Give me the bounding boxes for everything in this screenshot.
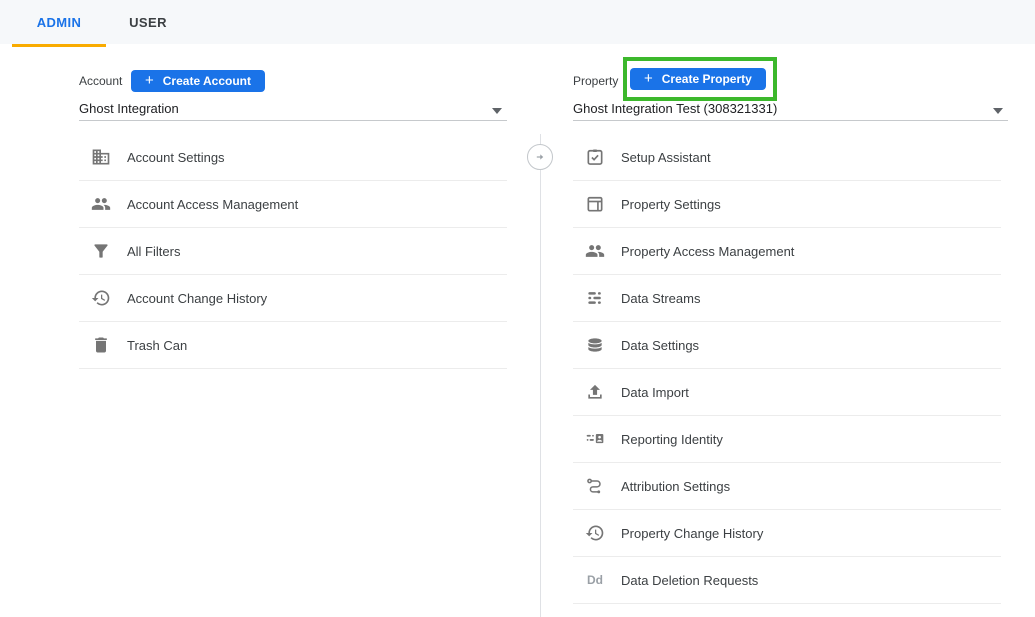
account-selector-value: Ghost Integration	[79, 101, 179, 116]
plus-icon: +	[644, 71, 653, 86]
create-property-button[interactable]: + Create Property	[630, 68, 766, 90]
property-selector[interactable]: Ghost Integration Test (308321331)	[573, 101, 1008, 121]
menu-item[interactable]: Attribution Settings	[573, 463, 1001, 510]
collapse-column-button[interactable]	[527, 144, 553, 170]
active-tab-underline	[12, 44, 106, 47]
dd-text-icon: Dd	[585, 570, 605, 590]
menu-item[interactable]: Reporting Identity	[573, 416, 1001, 463]
menu-item[interactable]: Property Access Management	[573, 228, 1001, 275]
property-settings-icon	[585, 194, 605, 214]
tab-admin[interactable]: ADMIN	[12, 0, 106, 44]
people-icon	[91, 194, 111, 214]
menu-item-label: Account Change History	[127, 291, 267, 306]
reporting-identity-icon	[585, 429, 605, 449]
menu-item[interactable]: Property Change History	[573, 510, 1001, 557]
attribution-icon	[585, 476, 605, 496]
property-label: Property	[573, 72, 618, 90]
menu-item-label: Data Import	[621, 385, 689, 400]
menu-item[interactable]: Setup Assistant	[573, 134, 1001, 181]
account-label: Account	[79, 72, 122, 90]
menu-item-label: Setup Assistant	[621, 150, 711, 165]
menu-item[interactable]: Data Import	[573, 369, 1001, 416]
create-property-button-label: Create Property	[662, 72, 752, 86]
menu-item[interactable]: Account Settings	[79, 134, 507, 181]
menu-item-label: Data Streams	[621, 291, 700, 306]
history-icon	[91, 288, 111, 308]
account-selector[interactable]: Ghost Integration	[79, 101, 507, 121]
menu-item-label: Attribution Settings	[621, 479, 730, 494]
menu-item[interactable]: Account Access Management	[79, 181, 507, 228]
menu-item-label: Reporting Identity	[621, 432, 723, 447]
database-icon	[585, 335, 605, 355]
menu-item-label: Trash Can	[127, 338, 187, 353]
menu-item[interactable]: Dd Data Deletion Requests	[573, 557, 1001, 604]
tab-user[interactable]: USER	[106, 0, 190, 44]
arrow-right-circle-icon	[533, 150, 547, 164]
property-selector-value: Ghost Integration Test (308321331)	[573, 101, 777, 116]
trash-icon	[91, 335, 111, 355]
menu-item[interactable]: Data Settings	[573, 322, 1001, 369]
menu-item[interactable]: Account Change History	[79, 275, 507, 322]
menu-item-label: Property Settings	[621, 197, 721, 212]
create-account-button-label: Create Account	[163, 74, 251, 88]
plus-icon: +	[145, 73, 154, 88]
column-divider	[540, 134, 541, 617]
history-icon	[585, 523, 605, 543]
menu-item-label: Data Deletion Requests	[621, 573, 758, 588]
menu-item-label: Account Settings	[127, 150, 225, 165]
create-account-button[interactable]: + Create Account	[131, 70, 265, 92]
menu-item-label: Data Settings	[621, 338, 699, 353]
people-icon	[585, 241, 605, 261]
ga-admin-page: ADMIN USER Account + Create Account Ghos…	[0, 0, 1035, 617]
menu-item[interactable]: Property Settings	[573, 181, 1001, 228]
data-streams-icon	[585, 288, 605, 308]
caret-down-icon	[993, 108, 1003, 114]
admin-user-tabbar: ADMIN USER	[0, 0, 1035, 44]
menu-item-label: Account Access Management	[127, 197, 298, 212]
menu-item-label: Property Access Management	[621, 244, 794, 259]
filter-icon	[91, 241, 111, 261]
property-menu-list: Setup Assistant Property Settings Proper…	[573, 134, 1001, 604]
menu-item-label: Property Change History	[621, 526, 763, 541]
caret-down-icon	[492, 108, 502, 114]
building-icon	[91, 147, 111, 167]
setup-assistant-icon	[585, 147, 605, 167]
account-menu-list: Account Settings Account Access Manageme…	[79, 134, 507, 369]
account-selector-underline	[79, 120, 507, 121]
menu-item-label: All Filters	[127, 244, 180, 259]
upload-icon	[585, 382, 605, 402]
menu-item[interactable]: Data Streams	[573, 275, 1001, 322]
menu-item[interactable]: Trash Can	[79, 322, 507, 369]
property-selector-underline	[573, 120, 1008, 121]
menu-item[interactable]: All Filters	[79, 228, 507, 275]
